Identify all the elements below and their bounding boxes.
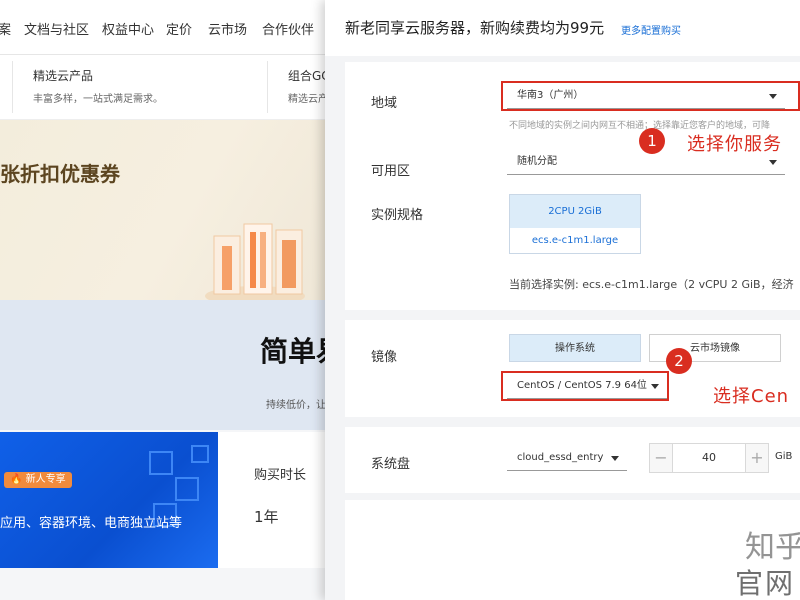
- sub-nav-combo[interactable]: 组合GC 精选云产: [288, 67, 330, 105]
- step-2-marker: 2: [666, 348, 692, 374]
- spec-type: ecs.e-c1m1.large: [531, 235, 619, 246]
- zone-label: 可用区: [371, 164, 411, 179]
- divider: [12, 61, 13, 113]
- sub-nav-desc: 精选云产: [288, 94, 328, 105]
- buy-duration-value[interactable]: 1年: [254, 506, 279, 527]
- purchase-card: 购买时长 1年: [218, 432, 330, 568]
- nav-item-marketplace[interactable]: 云市场: [208, 19, 247, 38]
- disk-size-minus-button[interactable]: −: [649, 443, 673, 473]
- divider: [267, 61, 268, 113]
- banner-title: 张折扣优惠券: [0, 162, 120, 186]
- chevron-down-icon: [651, 384, 659, 389]
- disk-size-unit: GiB: [775, 451, 793, 462]
- more-config-link[interactable]: 更多配置购买: [621, 22, 681, 37]
- promo-section: 简单易 持续低价，让: [0, 300, 344, 430]
- os-image-select[interactable]: CentOS / CentOS 7.9 64位: [507, 373, 667, 399]
- image-label: 镜像: [371, 350, 398, 365]
- step-2-text: 选择Cen: [713, 386, 790, 407]
- os-image-value: CentOS / CentOS 7.9 64位: [517, 380, 647, 391]
- disk-type-select[interactable]: cloud_essd_entry: [507, 445, 627, 471]
- region-value: 华南3（广州）: [517, 90, 584, 101]
- watermark-top: 知乎 ·费币: [745, 530, 800, 565]
- sub-nav-title: 精选云产品: [33, 69, 94, 83]
- nav-item-partners[interactable]: 合作伙伴: [262, 19, 314, 38]
- zone-value: 随机分配: [517, 156, 557, 167]
- ecs-config-panel: 新老同享云服务器，新购续费均为99元 更多配置购买 地域 华南3（广州） 不同地…: [325, 0, 800, 600]
- scenario-text: 应用、容器环境、电商独立站等: [0, 516, 183, 531]
- nav-item-pricing[interactable]: 定价: [166, 19, 192, 38]
- panel-header: 新老同享云服务器，新购续费均为99元 更多配置购买: [325, 0, 800, 56]
- system-disk-label: 系统盘: [371, 457, 411, 472]
- chevron-down-icon: [611, 456, 619, 461]
- panel-title: 新老同享云服务器，新购续费均为99元: [345, 19, 605, 37]
- system-disk-section: 系统盘 cloud_essd_entry − 40 + GiB: [345, 427, 800, 493]
- badge-label: 新人专享: [25, 474, 66, 485]
- nav-item-benefits[interactable]: 权益中心: [102, 19, 154, 38]
- instance-spec-label: 实例规格: [371, 208, 424, 223]
- coupon-banner[interactable]: 张折扣优惠券: [0, 120, 330, 300]
- disk-size-plus-button[interactable]: +: [745, 443, 769, 473]
- sub-nav-title: 组合GC: [288, 69, 330, 83]
- instance-spec-card[interactable]: 2CPU 2GiB ecs.e-c1m1.large: [509, 194, 641, 254]
- step-1-text: 选择你服务: [687, 134, 782, 155]
- tab-operating-system[interactable]: 操作系统: [509, 334, 641, 362]
- new-user-badge: 🔥 新人专享: [4, 472, 72, 488]
- region-select[interactable]: 华南3（广州）: [507, 83, 785, 109]
- disk-type-value: cloud_essd_entry: [517, 452, 604, 463]
- disk-size-input[interactable]: 40: [673, 443, 745, 473]
- step-1-marker: 1: [639, 128, 665, 154]
- current-spec-text: 当前选择实例: ecs.e-c1m1.large（2 vCPU 2 GiB，经济: [509, 278, 794, 291]
- spec-cpu-mem: 2CPU 2GiB: [510, 195, 640, 228]
- region-label: 地域: [371, 96, 398, 111]
- buy-duration-label: 购买时长: [254, 468, 307, 483]
- promo-subtitle: 持续低价，让: [266, 400, 326, 411]
- chevron-down-icon: [769, 94, 777, 99]
- watermark-bottom: 官网: [735, 567, 796, 600]
- server-rack-illustration: [205, 223, 305, 300]
- top-nav: 案 文档与社区 权益中心 定价 云市场 合作伙伴: [0, 0, 330, 55]
- nav-item-solutions[interactable]: 案: [0, 19, 11, 38]
- product-sub-nav: 精选云产品 丰富多样，一站式满足需求。 组合GC 精选云产: [0, 55, 330, 120]
- sub-nav-desc: 丰富多样，一站式满足需求。: [33, 94, 163, 105]
- basic-config-section: 地域 华南3（广州） 不同地域的实例之间内网互不相通；选择靠近您客户的地域，可降…: [345, 62, 800, 310]
- nav-item-docs[interactable]: 文档与社区: [24, 19, 89, 38]
- next-section: [345, 500, 800, 600]
- chevron-down-icon: [769, 160, 777, 165]
- scenario-card[interactable]: 🔥 新人专享 应用、容器环境、电商独立站等: [0, 432, 218, 568]
- sub-nav-featured[interactable]: 精选云产品 丰富多样，一站式满足需求。: [33, 67, 163, 105]
